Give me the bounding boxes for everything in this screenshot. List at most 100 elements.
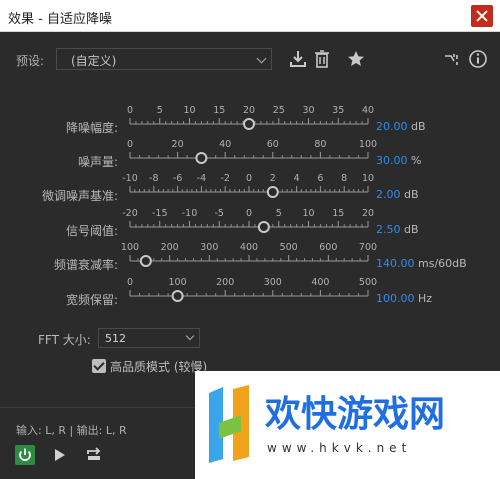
param-value[interactable]: 30.00 % [376, 154, 421, 167]
param-slider[interactable]: 0 5 10 15 20 25 30 35 40 [120, 103, 378, 135]
param-value-number[interactable]: 140.00 [376, 257, 415, 270]
tick-label: 10 [183, 105, 195, 116]
param-value-number[interactable]: 100.00 [376, 292, 415, 305]
close-button[interactable] [471, 5, 493, 27]
slider-handle[interactable] [243, 118, 255, 130]
info-icon[interactable] [468, 49, 488, 69]
param-value-number[interactable]: 2.50 [376, 223, 401, 236]
tick-label: 80 [314, 139, 326, 150]
title-bar: 效果 - 自适应降噪 [0, 0, 500, 32]
param-slider[interactable]: -10 -8 -6 -4 -2 0 2 4 6 8 10 [120, 171, 378, 203]
param-slider[interactable]: 0 100 200 300 400 500 [120, 275, 378, 307]
preset-label: 预设: [16, 54, 45, 68]
fft-size-label: FFT 大小: [38, 333, 91, 347]
tick-label: -15 [152, 208, 168, 219]
trash-icon[interactable] [312, 49, 332, 69]
slider-handle[interactable] [266, 186, 279, 198]
tick-label: 15 [332, 208, 344, 219]
param-label: 噪声量: [77, 155, 118, 169]
power-toggle-button[interactable] [15, 445, 35, 465]
tick-label: -6 [173, 173, 182, 184]
tick-label: 40 [219, 139, 231, 150]
param-value[interactable]: 140.00 ms/60dB [376, 257, 467, 270]
tick-label: 5 [276, 208, 282, 219]
param-slider[interactable]: -20 -15 -10 -5 0 5 10 15 20 [120, 206, 378, 238]
tick-label: 0 [127, 277, 133, 288]
tick-label: -10 [122, 173, 138, 184]
loop-icon[interactable] [84, 445, 104, 465]
window-title: 效果 - 自适应降噪 [8, 12, 112, 27]
param-value[interactable]: 2.00 dB [376, 188, 419, 201]
tick-label: 200 [161, 242, 179, 253]
download-preset-icon[interactable] [288, 49, 308, 69]
play-icon[interactable] [49, 445, 69, 465]
tick-label: 20 [362, 208, 374, 219]
preset-dropdown[interactable]: (自定义) [56, 48, 272, 70]
tick-label: 300 [200, 242, 218, 253]
param-value[interactable]: 100.00 Hz [376, 292, 432, 305]
tick-label: 4 [294, 173, 300, 184]
param-slider[interactable]: 0 20 40 60 80 100 [120, 137, 378, 169]
tick-label: 400 [240, 242, 258, 253]
tick-label: 20 [243, 105, 255, 116]
tick-label: 0 [127, 139, 133, 150]
param-unit: ms/60dB [418, 257, 467, 270]
tick-label: -2 [220, 173, 229, 184]
tick-label: 200 [216, 277, 234, 288]
tick-label: 35 [332, 105, 344, 116]
param-label: 频谱衰减率: [53, 258, 118, 272]
checkbox-checked-icon[interactable] [92, 359, 106, 373]
watermark-text: 欢快游戏网 [265, 394, 446, 435]
param-slider[interactable]: 100 200 300 400 500 600 700 [120, 240, 378, 272]
tick-label: -10 [182, 208, 198, 219]
tick-label: 15 [213, 105, 225, 116]
param-unit: % [411, 154, 422, 167]
tick-label: 600 [319, 242, 337, 253]
tick-label: 0 [246, 173, 252, 184]
tick-label: 8 [341, 173, 347, 184]
high-quality-label: 高品质模式 (较慢) [110, 360, 208, 374]
tick-label: 10 [302, 208, 314, 219]
slider-handle[interactable] [171, 290, 184, 302]
slider-handle[interactable] [139, 255, 152, 267]
slider-handle[interactable] [257, 221, 270, 233]
param-value-number[interactable]: 30.00 [376, 154, 408, 167]
tick-label: 0 [246, 208, 252, 219]
tick-label: -20 [122, 208, 138, 219]
io-routing-label: 输入: L, R | 输出: L, R [16, 424, 127, 437]
tick-label: 0 [127, 105, 133, 116]
tick-label: 100 [359, 139, 377, 150]
tick-label: 300 [264, 277, 282, 288]
param-value-number[interactable]: 2.00 [376, 188, 401, 201]
tick-label: 100 [169, 277, 187, 288]
routing-icon[interactable] [442, 49, 462, 69]
tick-label: 400 [311, 277, 329, 288]
tick-label: 40 [362, 105, 374, 116]
tick-label: -5 [215, 208, 224, 219]
tick-label: -4 [197, 173, 206, 184]
param-label: 宽频保留: [65, 293, 118, 307]
tick-label: 6 [317, 173, 323, 184]
tick-label: 500 [280, 242, 298, 253]
fft-size-dropdown[interactable]: 512 [98, 328, 200, 348]
tick-label: 100 [121, 242, 139, 253]
tick-label: 2 [270, 173, 276, 184]
watermark-logo-icon [209, 385, 249, 463]
watermark-url: www.hkvk.net [267, 441, 412, 455]
param-unit: dB [404, 188, 419, 201]
tick-label: 500 [359, 277, 377, 288]
tick-label: 5 [157, 105, 163, 116]
slider-handle[interactable] [195, 152, 208, 164]
tick-label: 30 [302, 105, 314, 116]
star-icon[interactable] [346, 49, 366, 69]
tick-label: 10 [362, 173, 374, 184]
param-value-number[interactable]: 20.00 [376, 120, 408, 133]
param-value[interactable]: 20.00 dB [376, 120, 426, 133]
watermark-logo: 欢快游戏网 www.hkvk.net [195, 371, 500, 479]
tick-label: 700 [359, 242, 377, 253]
fft-size-value: 512 [105, 332, 126, 345]
chevron-down-icon [185, 331, 195, 341]
param-value[interactable]: 2.50 dB [376, 223, 419, 236]
tick-label: 25 [273, 105, 285, 116]
param-label: 微调噪声基准: [41, 189, 118, 203]
